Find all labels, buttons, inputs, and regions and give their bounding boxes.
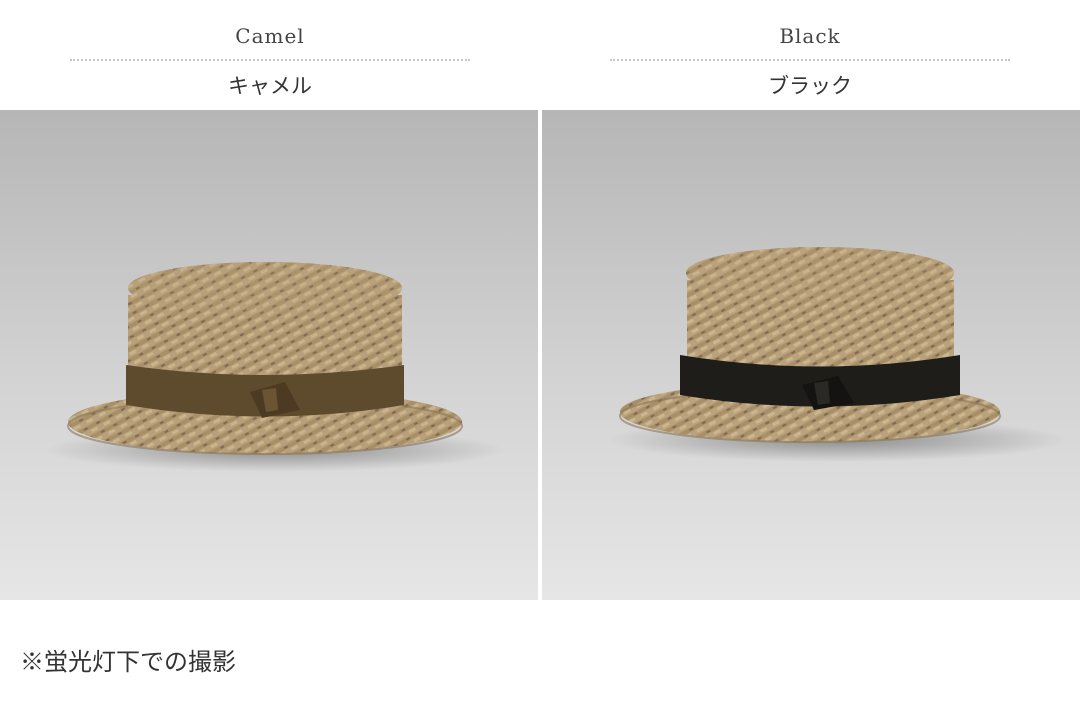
variant-name-en: Black <box>779 24 841 48</box>
lighting-note: ※蛍光灯下での撮影 <box>20 648 236 676</box>
straw-hat-camel-image <box>0 110 538 600</box>
variant-name-jp: ブラック <box>768 74 852 98</box>
variant-name-en: Camel <box>235 24 305 48</box>
dotted-divider <box>70 59 470 61</box>
straw-hat-black-image <box>542 110 1080 600</box>
variant-name-jp: キャメル <box>228 74 312 98</box>
dotted-divider <box>610 59 1010 61</box>
product-photo-black <box>542 110 1080 600</box>
product-photo-camel <box>0 110 538 600</box>
